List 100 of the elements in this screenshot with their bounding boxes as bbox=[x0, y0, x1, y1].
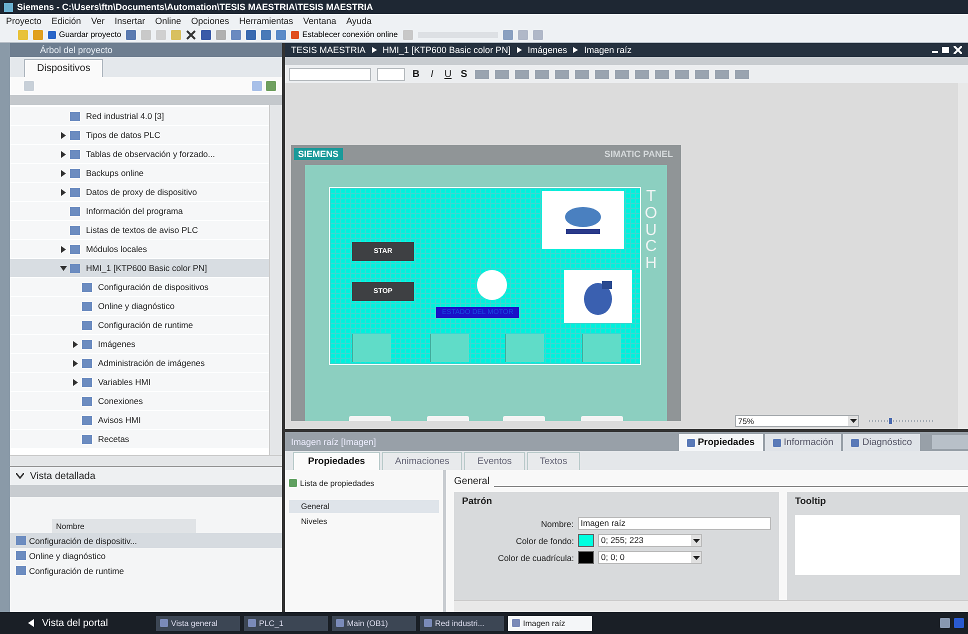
tree-item[interactable]: Configuración de dispositivos bbox=[10, 278, 269, 297]
dropdown-arrow-icon[interactable] bbox=[848, 416, 858, 426]
save-project-button[interactable]: Guardar proyecto bbox=[48, 30, 122, 39]
tree-item[interactable]: Datos de proxy de dispositivo bbox=[10, 183, 269, 202]
nav-item[interactable]: General bbox=[289, 500, 439, 513]
portal-view-button[interactable]: Vista del portal bbox=[22, 616, 152, 630]
expand-arrow-icon[interactable] bbox=[72, 378, 79, 386]
menu-item[interactable]: Ver bbox=[91, 16, 105, 26]
panel-title: Vista detallada bbox=[30, 470, 96, 482]
property-tab[interactable]: Eventos bbox=[464, 452, 525, 470]
format-button[interactable]: B bbox=[411, 68, 421, 80]
tree-item[interactable]: Configuración de runtime bbox=[10, 316, 269, 335]
list-item[interactable]: Configuración de runtime bbox=[10, 563, 282, 578]
inspector-tab[interactable]: Propiedades bbox=[678, 434, 763, 451]
taskbar-item[interactable]: PLC_1 bbox=[244, 616, 328, 630]
tree-node-icon bbox=[70, 264, 80, 272]
nav-item[interactable]: Niveles bbox=[289, 515, 439, 528]
scrollbar[interactable] bbox=[958, 83, 968, 429]
format-button[interactable]: S bbox=[459, 68, 469, 80]
tree-node-icon bbox=[70, 244, 80, 254]
menu-item[interactable]: Online bbox=[155, 16, 182, 26]
tree-item[interactable]: Módulos locales bbox=[10, 240, 269, 259]
taskbar-item[interactable]: Imagen raíz bbox=[508, 616, 592, 630]
taskbar-item[interactable]: Red industri... bbox=[420, 616, 504, 630]
zoom-field[interactable]: 75% bbox=[735, 415, 859, 427]
expand-arrow-icon[interactable] bbox=[72, 340, 79, 348]
property-tab[interactable]: Propiedades bbox=[293, 452, 380, 470]
tree-item[interactable]: Recetas bbox=[10, 430, 269, 449]
breadcrumb-item[interactable]: Imagen raíz bbox=[584, 45, 632, 55]
column-header[interactable]: Nombre bbox=[52, 519, 196, 533]
expand-arrow-icon[interactable] bbox=[60, 132, 67, 138]
tree-node-icon bbox=[82, 358, 92, 368]
tree-item[interactable]: HMI_1 [KTP600 Basic color PN] bbox=[10, 259, 269, 278]
menu-item[interactable]: Ventana bbox=[303, 16, 336, 26]
tree-node-icon bbox=[82, 282, 92, 292]
tree-item[interactable]: Online y diagnóstico bbox=[10, 297, 269, 316]
inspector-tab[interactable]: Información bbox=[764, 434, 842, 451]
menu-item[interactable]: Opciones bbox=[191, 16, 230, 26]
expand-arrow-icon[interactable] bbox=[60, 246, 67, 252]
scrollbar[interactable] bbox=[269, 105, 282, 455]
brand-label: SIEMENS bbox=[294, 148, 343, 160]
menu-item[interactable]: Herramientas bbox=[239, 16, 294, 26]
property-tab[interactable]: Animaciones bbox=[382, 452, 462, 470]
breadcrumb-item[interactable]: Imágenes bbox=[528, 45, 568, 55]
delete-icon[interactable] bbox=[186, 30, 196, 40]
tree-item[interactable]: Conexiones bbox=[10, 392, 269, 411]
group-title: Tooltip bbox=[795, 496, 827, 507]
font-size-field[interactable] bbox=[377, 68, 405, 80]
format-button[interactable]: I bbox=[427, 68, 437, 80]
tree-item[interactable]: Administración de imágenes bbox=[10, 354, 269, 373]
expand-arrow-icon[interactable] bbox=[60, 170, 67, 176]
color-dropdown[interactable]: 0; 255; 223 bbox=[598, 534, 702, 547]
tree-item[interactable]: Variables HMI bbox=[10, 373, 269, 392]
font-field[interactable] bbox=[289, 68, 371, 80]
expand-arrow-icon[interactable] bbox=[60, 264, 67, 272]
tree-item[interactable]: Tipos de datos PLC bbox=[10, 126, 269, 145]
tree-item[interactable]: Información del programa bbox=[10, 202, 269, 221]
taskbar-item[interactable]: Main (OB1) bbox=[332, 616, 416, 630]
property-tab[interactable]: Textos bbox=[526, 452, 580, 470]
expand-arrow-icon[interactable] bbox=[60, 150, 67, 158]
window-controls-icon[interactable] bbox=[932, 46, 962, 54]
property-list-link[interactable]: Lista de propiedades bbox=[289, 476, 439, 490]
go-online-button[interactable]: Establecer conexión online bbox=[291, 30, 398, 39]
name-field[interactable]: Imagen raíz bbox=[578, 517, 771, 530]
scrollbar[interactable] bbox=[454, 600, 968, 612]
inspector-tab[interactable]: Diagnóstico bbox=[843, 434, 920, 451]
tree-item[interactable]: Red industrial 4.0 [3] bbox=[10, 107, 269, 126]
expand-arrow-icon[interactable] bbox=[72, 360, 79, 366]
menu-item[interactable]: Insertar bbox=[114, 16, 146, 26]
expand-arrow-icon[interactable] bbox=[60, 188, 67, 196]
breadcrumb-item[interactable]: TESIS MAESTRIA bbox=[291, 45, 366, 55]
tree-item[interactable]: Backups online bbox=[10, 164, 269, 183]
indicator-lamp bbox=[477, 270, 507, 300]
tree-node-icon bbox=[82, 396, 92, 406]
tree-node-icon bbox=[70, 130, 80, 140]
format-button[interactable]: U bbox=[443, 68, 453, 80]
scrollbar[interactable] bbox=[10, 455, 282, 466]
menu-item[interactable]: Ayuda bbox=[346, 16, 372, 26]
color-dropdown[interactable]: 0; 0; 0 bbox=[598, 551, 702, 564]
function-key-area bbox=[430, 334, 469, 362]
tree-node-icon bbox=[82, 378, 92, 386]
devices-tab[interactable]: Dispositivos bbox=[24, 59, 104, 77]
breadcrumb-arrow-icon bbox=[516, 47, 522, 53]
color-swatch[interactable] bbox=[578, 534, 594, 547]
zoom-scale-icon[interactable] bbox=[869, 418, 933, 424]
list-item[interactable]: Configuración de dispositiv... bbox=[10, 533, 282, 548]
field-label: Color de fondo: bbox=[514, 536, 574, 546]
tree-item[interactable]: Listas de textos de aviso PLC bbox=[10, 221, 269, 240]
collapse-chevron-icon[interactable] bbox=[16, 470, 24, 482]
list-item[interactable]: Online y diagnóstico bbox=[10, 548, 282, 563]
breadcrumb-item[interactable]: HMI_1 [KTP600 Basic color PN] bbox=[382, 45, 511, 55]
tree-item[interactable]: Tablas de observación y forzado... bbox=[10, 145, 269, 164]
color-swatch[interactable] bbox=[578, 551, 594, 564]
tree-item[interactable]: Imágenes bbox=[10, 335, 269, 354]
menu-item[interactable]: Edición bbox=[52, 16, 82, 26]
taskbar-item[interactable]: Vista general bbox=[156, 616, 240, 630]
tooltip-field[interactable] bbox=[795, 515, 960, 575]
menu-item[interactable]: Proyecto bbox=[6, 16, 42, 26]
breadcrumb-arrow-icon bbox=[573, 47, 578, 53]
tree-item[interactable]: Avisos HMI bbox=[10, 411, 269, 430]
